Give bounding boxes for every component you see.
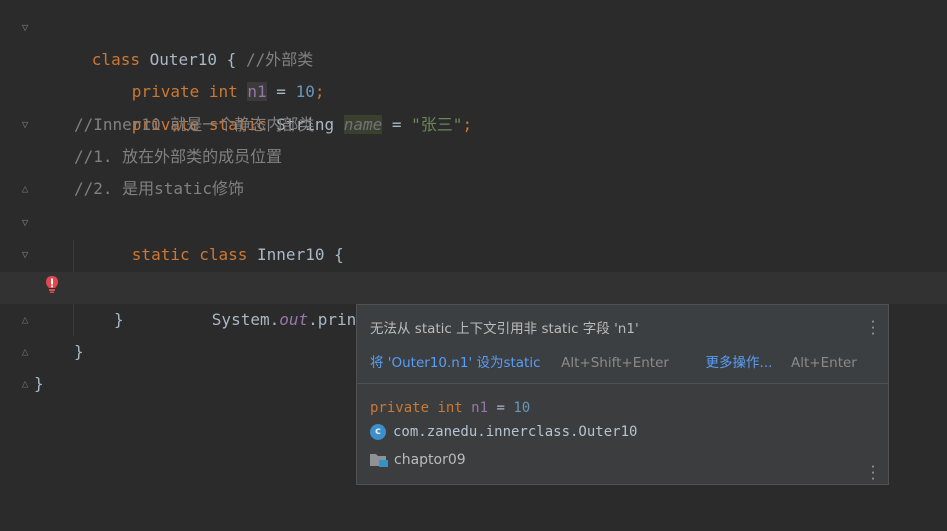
declaration-info: private int n1 = 10 c com.zanedu.innercla… xyxy=(357,384,888,487)
comment: //Inner10 就是一个静态内部类 xyxy=(74,115,315,134)
module-info: chaptor09 xyxy=(370,452,466,468)
make-static-fix-link[interactable]: 将 'Outer10.n1' 设为static xyxy=(370,355,541,371)
keyword: int xyxy=(437,400,472,416)
more-actions-shortcut: Alt+Enter xyxy=(791,355,857,371)
code-line-3[interactable]: private static String name = "张三"; xyxy=(0,77,947,134)
fold-end-icon[interactable]: △ xyxy=(19,314,31,326)
code-line-6[interactable]: △ //2. 是用static修饰 xyxy=(0,173,947,205)
code-line-1[interactable]: ▽ class Outer10 { //外部类 xyxy=(0,12,947,70)
fix-shortcut: Alt+Shift+Enter xyxy=(561,355,669,371)
operator: = xyxy=(488,400,514,416)
field-name: n1 xyxy=(471,400,489,416)
more-actions-link[interactable]: 更多操作... xyxy=(706,355,773,371)
fold-marker-icon[interactable]: ▽ xyxy=(19,22,31,34)
fold-marker-icon[interactable]: ▽ xyxy=(19,119,31,131)
code-line-7[interactable]: ▽ static class Inner10 { xyxy=(0,207,947,265)
keyword: private xyxy=(370,400,438,416)
comment: //2. 是用static修饰 xyxy=(74,179,244,198)
field-declaration: private int n1 = 10 xyxy=(370,400,530,416)
code-line-9[interactable]: System.out.println(n1); xyxy=(0,272,947,330)
error-icon[interactable] xyxy=(44,275,60,295)
class-fqn: com.zanedu.innerclass.Outer10 xyxy=(393,424,638,440)
fold-marker-icon[interactable]: ▽ xyxy=(19,249,31,261)
error-message: 无法从 static 上下文引用非 static 字段 'n1' xyxy=(370,321,639,337)
brace: } xyxy=(74,342,84,361)
code-line-8[interactable]: ▽ public void say() { xyxy=(0,239,947,297)
code-line-4[interactable]: ▽ //Inner10 就是一个静态内部类 xyxy=(0,109,947,141)
containing-class[interactable]: c com.zanedu.innerclass.Outer10 xyxy=(370,424,637,440)
more-options-icon[interactable]: · · · xyxy=(868,315,878,342)
fold-end-icon[interactable]: △ xyxy=(19,183,31,195)
fold-marker-icon[interactable]: ▽ xyxy=(19,217,31,229)
more-options-icon[interactable]: · · · xyxy=(868,460,878,487)
module-folder-icon xyxy=(370,454,388,467)
quick-fix-actions: 将 'Outer10.n1' 设为static Alt+Shift+Enter … xyxy=(370,351,857,371)
module-name: chaptor09 xyxy=(394,452,466,468)
code-line-5[interactable]: //1. 放在外部类的成员位置 xyxy=(0,141,947,173)
fold-end-icon[interactable]: △ xyxy=(19,378,31,390)
number: 10 xyxy=(513,400,531,416)
code-line-2[interactable]: private int n1 = 10; xyxy=(0,44,947,101)
class-icon: c xyxy=(370,424,386,440)
error-tooltip-popup: 无法从 static 上下文引用非 static 字段 'n1' · · · 将 '… xyxy=(356,304,889,487)
comment: //1. 放在外部类的成员位置 xyxy=(74,147,283,166)
fold-end-icon[interactable]: △ xyxy=(19,346,31,358)
brace: } xyxy=(114,310,124,329)
brace: } xyxy=(34,374,44,393)
